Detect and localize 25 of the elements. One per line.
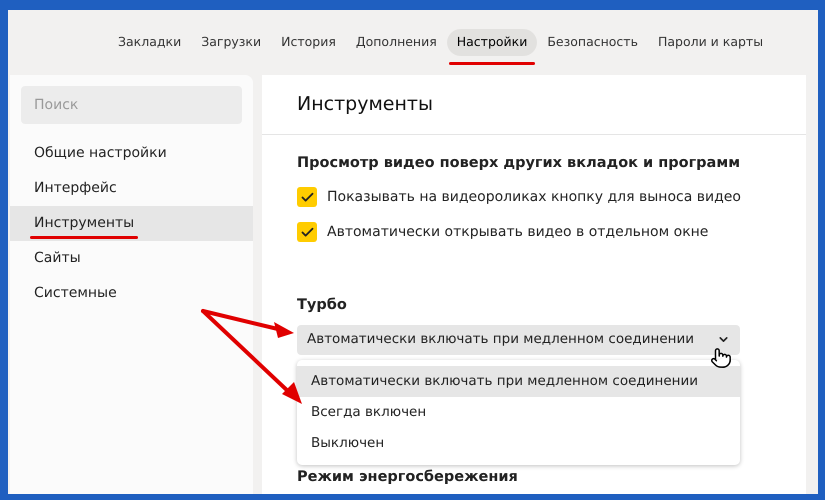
checkbox-label: Показывать на видеороликах кнопку для выноса видео <box>327 188 741 207</box>
sidebar-item[interactable]: Интерфейс <box>10 171 253 206</box>
sidebar-item[interactable]: Общие настройки <box>10 136 253 171</box>
sidebar-item[interactable]: Сайты <box>10 241 253 276</box>
search-field[interactable]: Поиск <box>21 86 242 124</box>
nav-tab[interactable]: История <box>271 29 346 56</box>
sidebar-item[interactable]: Инструменты <box>10 206 253 241</box>
sidebar-item[interactable]: Системные <box>10 276 253 311</box>
checkbox-label: Автоматически открывать видео в отдельном окне <box>327 222 708 242</box>
dropdown-option[interactable]: Автоматически включать при медленном соединении <box>297 366 740 396</box>
nav-tab[interactable]: Дополнения <box>346 29 447 56</box>
turbo-select[interactable]: Автоматически включать при медленном соединении <box>297 324 740 354</box>
page-title: Инструменты <box>297 92 433 118</box>
checkbox[interactable] <box>297 187 317 208</box>
nav-tab[interactable]: Закладки <box>108 29 192 56</box>
checkbox[interactable] <box>297 222 317 242</box>
nav-tab[interactable]: Пароли и карты <box>648 29 774 56</box>
dropdown-option[interactable]: Выключен <box>297 428 740 458</box>
nav-tab[interactable]: Загрузки <box>191 29 272 56</box>
dropdown-option[interactable]: Всегда включен <box>297 396 740 428</box>
nav-tab[interactable]: Настройки <box>446 29 538 56</box>
nav-tab[interactable]: Безопасность <box>537 29 648 56</box>
section-heading: Режим энергосбережения <box>297 468 519 486</box>
section-heading: Просмотр видео поверх других вкладок и программ <box>297 154 742 173</box>
section-heading: Турбо <box>297 296 348 315</box>
